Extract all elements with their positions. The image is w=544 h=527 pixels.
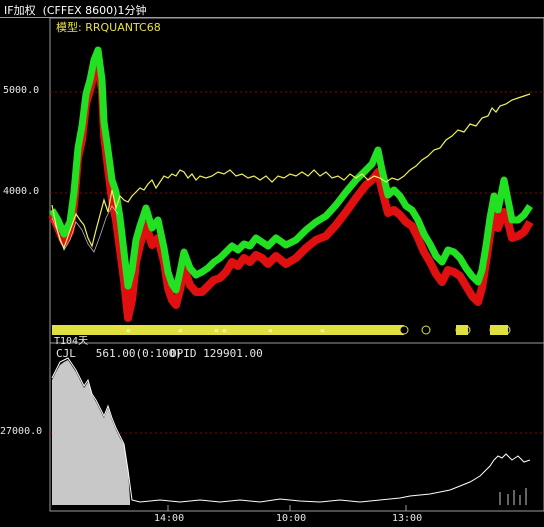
bull-candle-band <box>48 46 533 294</box>
signal-band-segment <box>490 325 508 335</box>
x-tick-label: 10:00 <box>276 513 307 524</box>
band-label: T104天 <box>54 336 89 347</box>
bear-candle-band <box>48 58 534 322</box>
opid-label: OPID 129901.00 <box>170 347 263 360</box>
signal-band-segment <box>456 325 468 335</box>
svg-text:«: « <box>222 326 227 335</box>
model-label: 模型: RRQUANTC68 <box>56 21 161 34</box>
volume-indicator-label: CJL 561.00(0:100) <box>56 347 182 360</box>
signal-band <box>52 325 404 335</box>
y-tick-label: 4000.0 <box>3 186 40 197</box>
chart-canvas[interactable]: « « « « « « <box>0 0 544 527</box>
x-tick-label: 14:00 <box>154 513 185 524</box>
svg-text:«: « <box>214 326 219 335</box>
volume-bars <box>499 488 527 505</box>
svg-text:«: « <box>268 326 273 335</box>
y-tick-label: 5000.0 <box>3 85 40 96</box>
x-tick-label: 13:00 <box>392 513 423 524</box>
svg-text:«: « <box>126 326 131 335</box>
svg-text:«: « <box>320 326 325 335</box>
volume-y-tick-label: 27000.0 <box>0 426 43 437</box>
svg-text:«: « <box>178 326 183 335</box>
